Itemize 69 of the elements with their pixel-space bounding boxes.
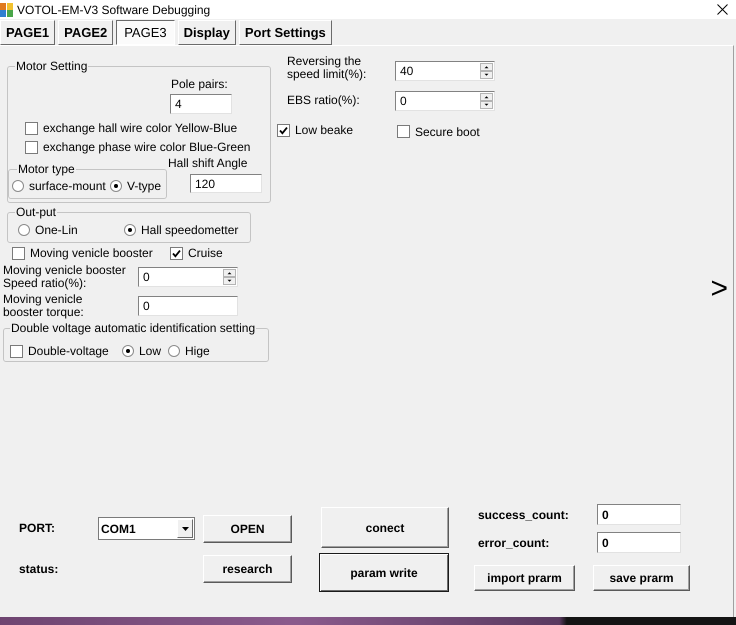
field-label: Reversing the speed limit(%): — [287, 55, 368, 81]
tab[interactable]: PAGE3 — [116, 20, 175, 45]
field-label: EBS ratio(%): — [287, 94, 361, 107]
radio-label: surface-mount — [29, 179, 106, 193]
text-field[interactable]: 4 — [170, 94, 232, 114]
field-label: Hall shift Angle — [168, 156, 248, 170]
checkbox[interactable] — [12, 246, 25, 260]
tab[interactable]: PAGE2 — [58, 20, 114, 45]
checkbox-label: Cruise — [188, 246, 223, 260]
tab[interactable]: Port Settings — [238, 20, 332, 45]
field-label: Moving venicle booster Speed ratio(%): — [3, 264, 127, 290]
spin-arrows-icon[interactable] — [480, 92, 493, 108]
checkbox-label: exchange hall wire color Yellow-Blue — [43, 121, 238, 135]
import-button[interactable]: import prarm — [474, 565, 575, 591]
window-title: VOTOL-EM-V3 Software Debugging — [17, 2, 210, 16]
next-button[interactable]: > — [710, 274, 728, 304]
group-title: Motor Setting — [15, 59, 88, 73]
text-field[interactable]: 0 — [597, 532, 681, 553]
spin-field[interactable]: 40 — [395, 61, 495, 81]
save-button[interactable]: save prarm — [593, 565, 690, 591]
checkbox-label: exchange phase wire color Blue-Green — [43, 140, 250, 154]
connect-button[interactable]: conect — [321, 507, 449, 548]
group-title: Motor type — [17, 162, 76, 176]
radio-label: Low — [139, 344, 162, 358]
app-icon — [0, 2, 13, 16]
checkbox[interactable] — [10, 344, 23, 358]
radio-label: Hall speedometter — [141, 223, 238, 237]
field-label: status: — [19, 562, 58, 576]
checkbox-label: Moving venicle booster — [30, 246, 153, 260]
field-label: success_count: — [478, 508, 570, 522]
research-button[interactable]: research — [203, 555, 292, 583]
text-field[interactable]: 120 — [190, 174, 262, 193]
spin-arrows-icon[interactable] — [480, 63, 493, 79]
port-dropdown[interactable]: COM1 — [98, 517, 195, 540]
radio-button[interactable] — [124, 224, 136, 236]
group-title: Out-put — [15, 205, 58, 219]
text-field[interactable]: 0 — [138, 296, 238, 316]
radio-label: V-type — [127, 179, 162, 193]
tab[interactable]: PAGE1 — [0, 20, 56, 45]
checkbox[interactable] — [25, 140, 38, 154]
checkbox[interactable] — [397, 125, 410, 138]
text-field[interactable]: 0 — [597, 504, 681, 525]
spin-field[interactable]: 0 — [138, 267, 238, 287]
checkbox-label: Double-voltage — [28, 344, 109, 358]
radio-button[interactable] — [18, 224, 30, 236]
group-title: Double voltage automatic identification setting — [10, 321, 256, 335]
tab[interactable]: Display — [178, 20, 236, 45]
checkbox-label: Low beake — [295, 123, 354, 137]
radio-button[interactable] — [168, 345, 180, 357]
radio-button[interactable] — [110, 180, 122, 192]
checkbox[interactable] — [277, 124, 290, 136]
field-label: PORT: — [19, 521, 55, 535]
dropdown-button[interactable] — [177, 519, 193, 538]
open-button[interactable]: OPEN — [203, 515, 292, 543]
radio-button[interactable] — [122, 345, 134, 357]
field-label: error_count: — [478, 536, 550, 550]
radio-label: One-Lin — [35, 223, 78, 237]
checkbox[interactable] — [170, 246, 183, 260]
field-label: Moving venicle booster torque: — [3, 293, 85, 319]
close-icon[interactable] — [717, 4, 728, 15]
param-write-button[interactable]: param write — [319, 553, 449, 592]
field-label: Pole pairs: — [171, 77, 228, 91]
spin-field[interactable]: 0 — [395, 90, 495, 110]
radio-button[interactable] — [12, 180, 24, 192]
spin-arrows-icon[interactable] — [223, 269, 236, 285]
checkbox-label: Secure boot — [415, 124, 480, 138]
checkbox[interactable] — [25, 122, 38, 134]
caret-icon — [182, 526, 188, 530]
radio-label: Hige — [185, 344, 210, 358]
